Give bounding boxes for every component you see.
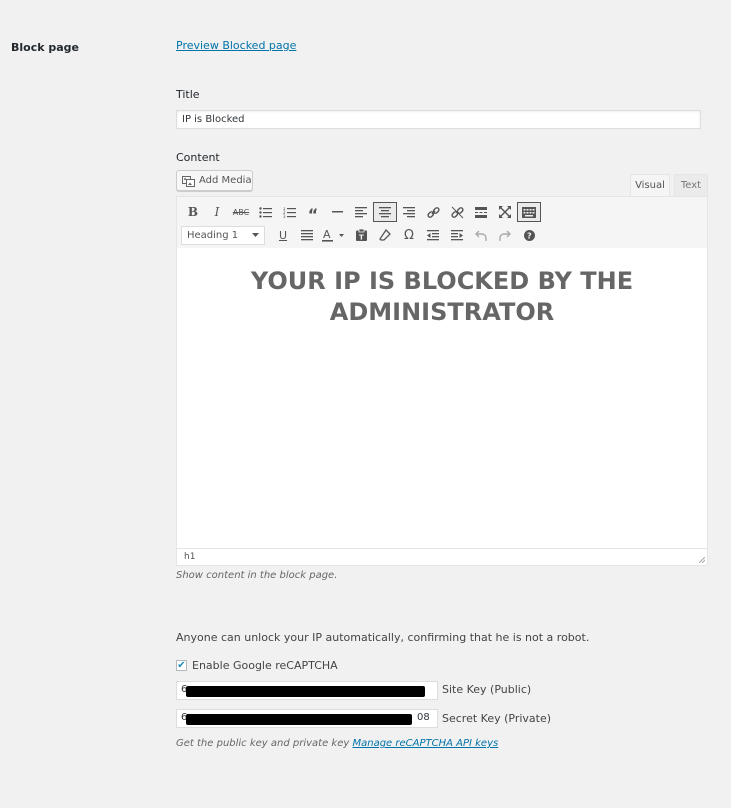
- numbered-list-icon[interactable]: 123: [277, 202, 301, 222]
- svg-text:A: A: [323, 229, 331, 241]
- chevron-down-icon: [252, 233, 259, 237]
- blocked-heading: YOUR IP IS BLOCKED BY THE ADMINISTRATOR: [250, 267, 634, 326]
- checkmark-icon: ✔: [177, 659, 186, 671]
- recaptcha-enable-checkbox[interactable]: ✔: [176, 660, 187, 671]
- site-key-input[interactable]: 6: [176, 681, 438, 700]
- format-select-value: Heading 1: [187, 229, 239, 241]
- section-label-block-page: Block page: [11, 41, 80, 54]
- secret-key-label: Secret Key (Private): [442, 712, 552, 725]
- unlink-icon[interactable]: [445, 202, 469, 222]
- api-keys-help-text: Get the public key and private key: [176, 738, 350, 749]
- format-select[interactable]: Heading 1: [181, 225, 265, 245]
- toolbar-toggle-icon[interactable]: [517, 202, 541, 222]
- manage-api-keys-link[interactable]: Manage reCAPTCHA API keys: [352, 738, 498, 749]
- blockquote-icon[interactable]: “: [301, 202, 325, 223]
- strikethrough-icon[interactable]: ABC: [229, 202, 253, 222]
- api-keys-help: Get the public key and private key Manag…: [176, 738, 498, 749]
- editor-toolbar: B I ABC 123 “ Heading 1 U A T Ω ?: [177, 197, 707, 249]
- align-right-icon[interactable]: [397, 202, 421, 222]
- indent-icon[interactable]: [445, 225, 469, 245]
- toolbar-row-2: Heading 1 U A T Ω ?: [181, 225, 541, 245]
- paste-text-icon[interactable]: T: [349, 225, 373, 245]
- editor-content-area[interactable]: YOUR IP IS BLOCKED BY THE ADMINISTRATOR: [177, 248, 707, 548]
- content-description: Show content in the block page.: [176, 570, 338, 581]
- resize-handle[interactable]: [699, 557, 705, 563]
- secret-key-suffix: 08: [417, 712, 430, 723]
- tab-visual[interactable]: Visual: [630, 174, 670, 196]
- site-key-redaction: [186, 686, 425, 697]
- recaptcha-enable-label: Enable Google reCAPTCHA: [192, 659, 338, 672]
- align-left-icon[interactable]: [349, 202, 373, 222]
- toolbar-row-1: B I ABC 123 “: [181, 202, 541, 223]
- preview-blocked-page-link[interactable]: Preview Blocked page: [176, 39, 296, 52]
- read-more-icon[interactable]: [469, 202, 493, 222]
- element-path[interactable]: h1: [184, 552, 195, 562]
- undo-icon[interactable]: [469, 225, 493, 245]
- justify-icon[interactable]: [295, 225, 319, 245]
- add-media-label: Add Media: [199, 175, 252, 186]
- horizontal-line-icon[interactable]: [325, 202, 349, 222]
- underline-icon[interactable]: U: [271, 225, 295, 245]
- bold-icon[interactable]: B: [181, 202, 205, 222]
- title-input[interactable]: IP is Blocked: [176, 110, 701, 129]
- editor-statusbar: h1: [177, 548, 707, 565]
- fullscreen-icon[interactable]: [493, 202, 517, 222]
- special-character-icon[interactable]: Ω: [397, 225, 421, 245]
- text-color-icon[interactable]: A: [319, 225, 349, 245]
- content-editor: B I ABC 123 “ Heading 1 U A T Ω ? YOUR I…: [176, 196, 708, 566]
- recaptcha-enable-row[interactable]: ✔ Enable Google reCAPTCHA: [176, 659, 338, 672]
- italic-icon[interactable]: I: [205, 202, 229, 222]
- secret-key-input[interactable]: 6 08: [176, 709, 438, 728]
- help-icon[interactable]: ?: [517, 225, 541, 245]
- content-label: Content: [176, 151, 220, 164]
- redo-icon[interactable]: [493, 225, 517, 245]
- title-label: Title: [176, 88, 200, 101]
- svg-text:T: T: [359, 234, 364, 242]
- recaptcha-intro: Anyone can unlock your IP automatically,…: [176, 631, 590, 644]
- svg-text:3: 3: [283, 214, 286, 218]
- secret-key-redaction: [186, 714, 412, 725]
- outdent-icon[interactable]: [421, 225, 445, 245]
- align-center-icon[interactable]: [373, 202, 397, 222]
- add-media-button[interactable]: Add Media: [176, 170, 253, 191]
- link-icon[interactable]: [421, 202, 445, 222]
- site-key-label: Site Key (Public): [442, 683, 532, 696]
- tab-text[interactable]: Text: [674, 174, 708, 196]
- clear-formatting-icon[interactable]: [373, 225, 397, 245]
- svg-text:?: ?: [527, 231, 532, 240]
- bullet-list-icon[interactable]: [253, 202, 277, 222]
- add-media-icon: [182, 175, 195, 187]
